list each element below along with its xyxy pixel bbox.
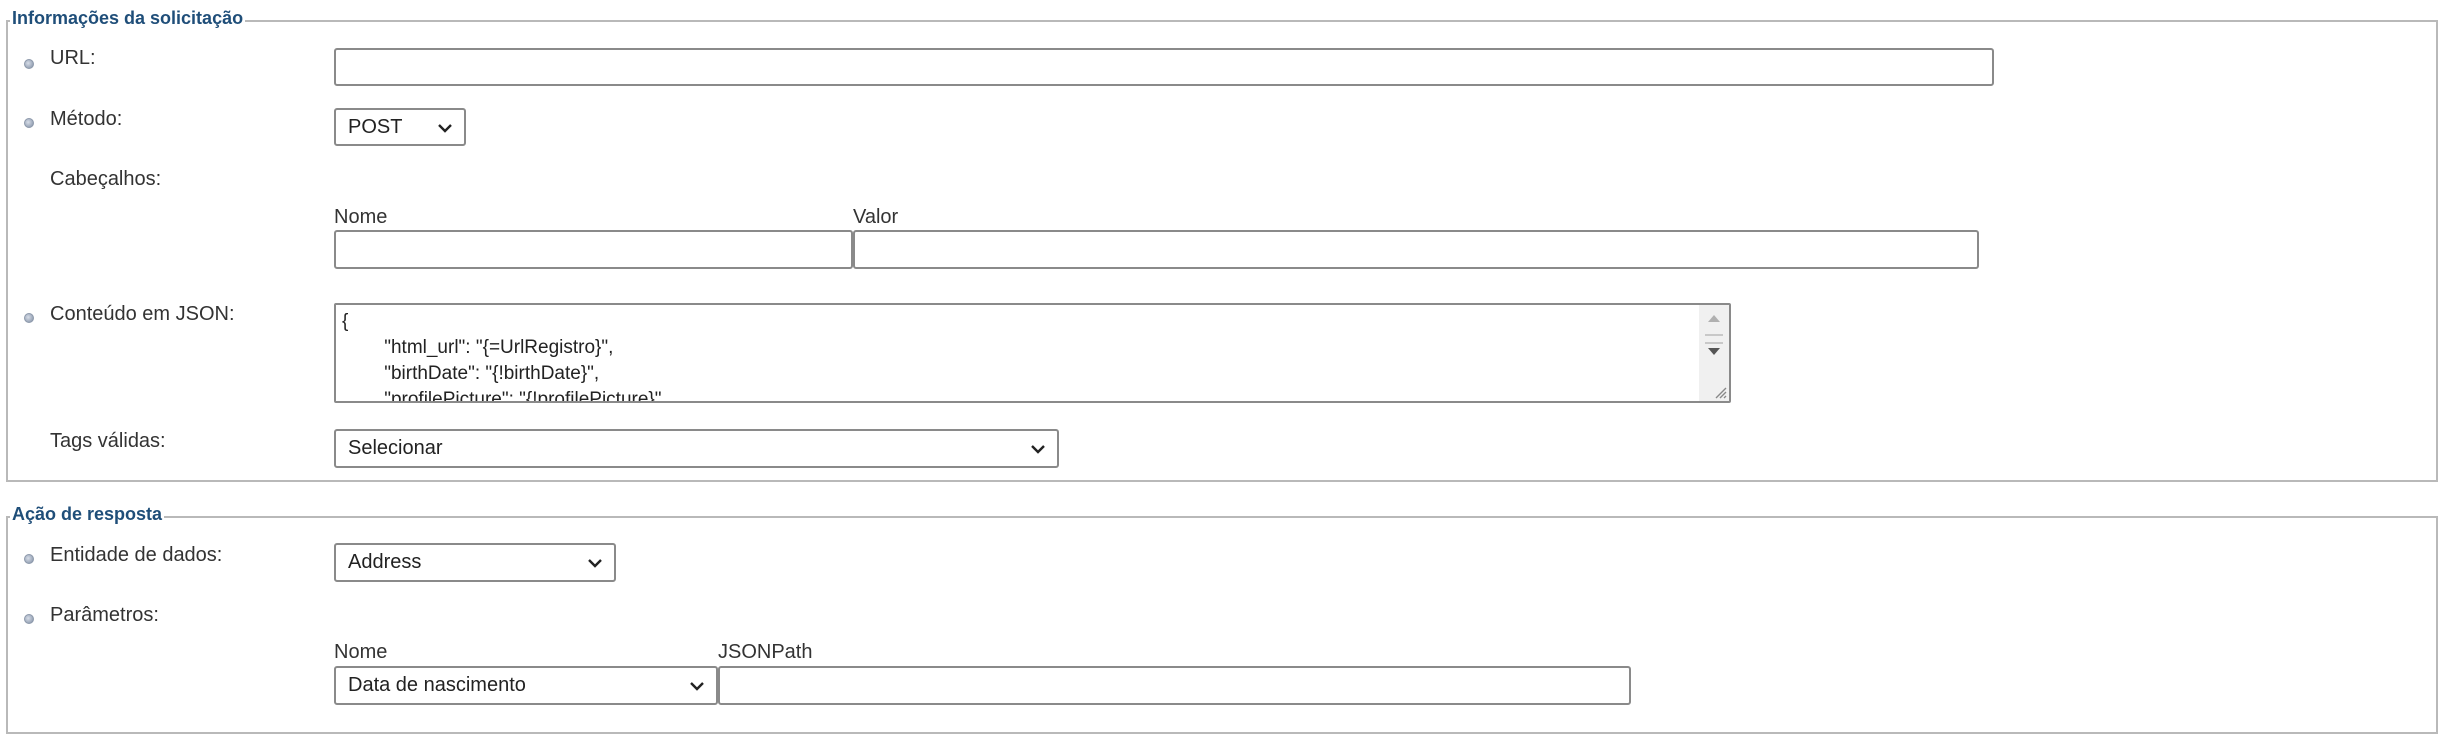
valid-tags-selected-value: Selecionar <box>348 437 443 459</box>
data-entity-label: Entidade de dados: <box>50 544 223 566</box>
method-select[interactable]: POST <box>334 108 466 146</box>
chevron-down-icon <box>690 682 704 691</box>
method-label: Método: <box>50 108 123 130</box>
bullet-icon <box>24 313 34 323</box>
json-line: { <box>342 311 349 332</box>
parameters-name-column-header: Nome <box>334 641 388 663</box>
bullet-icon <box>24 118 34 128</box>
scroll-thumb[interactable] <box>1705 334 1723 344</box>
header-value-input[interactable] <box>853 230 1979 269</box>
chevron-down-icon <box>438 124 452 133</box>
json-line: "profilePicture": "{!profilePicture}" <box>342 389 662 403</box>
headers-label: Cabeçalhos: <box>50 168 162 190</box>
parameters-jsonpath-column-header: JSONPath <box>718 641 813 663</box>
url-input[interactable] <box>334 48 1994 86</box>
headers-value-column-header: Valor <box>853 206 899 228</box>
valid-tags-label: Tags válidas: <box>50 430 166 452</box>
data-entity-select[interactable]: Address <box>334 543 616 582</box>
response-action-legend: Ação de resposta <box>10 504 165 524</box>
chevron-down-icon <box>588 559 602 568</box>
data-entity-selected-value: Address <box>348 551 422 573</box>
header-name-input[interactable] <box>334 230 853 269</box>
bullet-icon <box>24 614 34 624</box>
method-selected-value: POST <box>348 116 403 138</box>
json-line: "html_url": "{=UrlRegistro}", <box>342 337 614 358</box>
scroll-up-arrow-icon[interactable] <box>1707 313 1721 323</box>
parameter-name-selected-value: Data de nascimento <box>348 674 526 696</box>
bullet-icon <box>24 59 34 69</box>
bullet-icon <box>24 554 34 564</box>
scroll-down-arrow-icon[interactable] <box>1707 347 1721 357</box>
url-label: URL: <box>50 47 96 69</box>
json-textarea-scrollbar[interactable] <box>1699 305 1729 401</box>
parameter-name-select[interactable]: Data de nascimento <box>334 666 718 705</box>
chevron-down-icon <box>1031 445 1045 454</box>
parameters-label: Parâmetros: <box>50 604 159 626</box>
request-info-legend: Informações da solicitação <box>10 8 246 28</box>
headers-name-column-header: Nome <box>334 206 388 228</box>
json-line: "birthDate": "{!birthDate}", <box>342 363 600 384</box>
valid-tags-select[interactable]: Selecionar <box>334 429 1059 468</box>
json-content-textarea[interactable]: { "html_url": "{=UrlRegistro}", "birthDa… <box>334 303 1731 403</box>
resize-grip-icon[interactable] <box>1713 385 1727 399</box>
parameter-jsonpath-input[interactable] <box>718 666 1631 705</box>
json-content-label: Conteúdo em JSON: <box>50 303 235 325</box>
